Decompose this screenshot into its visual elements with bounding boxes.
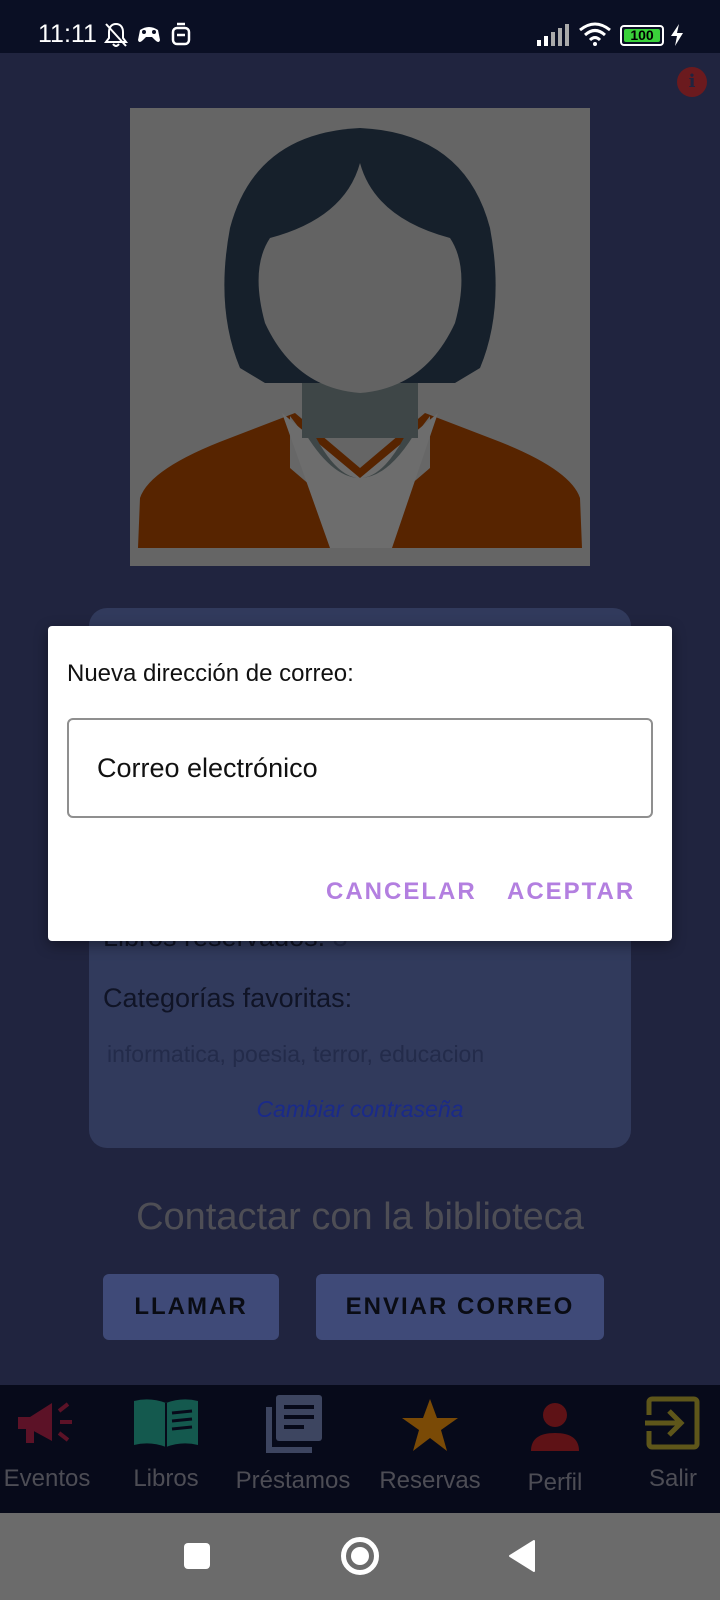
cancel-button[interactable]: CANCELAR [326, 878, 477, 906]
info-icon[interactable] [677, 67, 707, 97]
bottom-nav: Eventos Libros Préstamos Reservas Perfil… [0, 1385, 720, 1513]
gamepad-icon [138, 27, 160, 42]
nav-label: Préstamos [235, 1467, 351, 1494]
nav-label: Eventos [3, 1465, 91, 1492]
back-icon[interactable] [508, 1539, 536, 1573]
nav-salir[interactable]: Salir [628, 1385, 718, 1513]
nav-eventos[interactable]: Eventos [0, 1385, 94, 1513]
megaphone-icon [18, 1402, 72, 1443]
nav-reservas[interactable]: Reservas [370, 1385, 490, 1513]
favorite-categories-label: Categorías favoritas: [103, 983, 353, 1013]
star-icon [402, 1399, 458, 1451]
person-icon [531, 1403, 579, 1451]
documents-icon [266, 1395, 322, 1453]
recents-icon[interactable] [184, 1543, 210, 1569]
robot-icon [171, 22, 191, 46]
bell-off-icon [104, 22, 128, 47]
nav-label: Reservas [379, 1467, 481, 1494]
wifi-icon [579, 22, 611, 46]
nav-label: Libros [133, 1465, 199, 1492]
call-button[interactable]: LLAMAR [103, 1274, 279, 1340]
nav-label: Perfil [527, 1469, 583, 1496]
nav-prestamos[interactable]: Préstamos [228, 1385, 358, 1513]
nav-libros[interactable]: Libros [118, 1385, 214, 1513]
send-email-button[interactable]: ENVIAR CORREO [316, 1274, 604, 1340]
signal-icon [537, 24, 569, 46]
status-time: 11:11 [38, 20, 97, 48]
email-input[interactable] [67, 718, 653, 818]
nav-perfil[interactable]: Perfil [510, 1385, 600, 1513]
email-dialog: Nueva dirección de correo: CANCELAR ACEP… [48, 626, 672, 941]
battery-level: 100 [624, 28, 660, 42]
avatar [130, 108, 590, 566]
battery-icon: 100 [620, 25, 664, 46]
book-icon [134, 1399, 198, 1447]
status-bar: 11:11 100 [0, 0, 720, 53]
favorite-categories-value: informatica, poesia, terror, educacion [107, 1041, 485, 1067]
change-password-link[interactable]: Cambiar contraseña [89, 1096, 631, 1123]
charging-icon [671, 24, 683, 46]
system-nav-bar [0, 1513, 720, 1600]
home-icon[interactable] [341, 1537, 379, 1575]
nav-label: Salir [648, 1465, 697, 1492]
contact-title: Contactar con la biblioteca [136, 1196, 584, 1238]
dialog-title: Nueva dirección de correo: [67, 660, 354, 687]
accept-button[interactable]: ACEPTAR [507, 878, 635, 906]
exit-icon [645, 1396, 700, 1450]
